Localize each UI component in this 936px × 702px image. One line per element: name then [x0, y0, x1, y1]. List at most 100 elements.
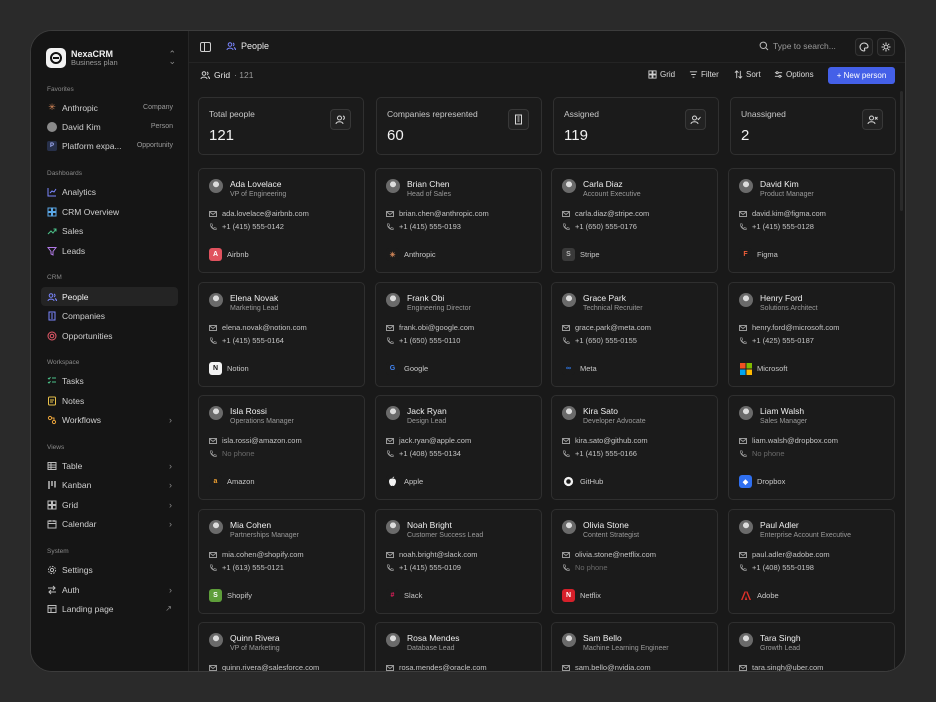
sidebar-item-landing-page[interactable]: Landing page ↗	[41, 599, 178, 618]
person-email[interactable]: paul.adler@adobe.com	[739, 550, 830, 559]
person-email[interactable]: grace.park@meta.com	[562, 323, 651, 332]
person-phone[interactable]: +1 (650) 555-0155	[562, 336, 637, 345]
theme-palette-button[interactable]	[855, 38, 873, 56]
person-phone[interactable]: +1 (425) 555-0187	[739, 336, 814, 345]
person-card[interactable]: Jack Ryan Design Lead jack.ryan@apple.co…	[375, 395, 542, 500]
company-link[interactable]: S Stripe	[562, 248, 600, 261]
new-person-button[interactable]: + New person	[828, 67, 895, 84]
person-phone[interactable]: +1 (415) 555-0142	[209, 222, 284, 231]
person-email[interactable]: brian.chen@anthropic.com	[386, 209, 489, 218]
person-card[interactable]: Paul Adler Enterprise Account Executive …	[728, 509, 895, 614]
person-phone[interactable]: +1 (415) 555-0193	[386, 222, 461, 231]
theme-toggle-button[interactable]	[877, 38, 895, 56]
person-card[interactable]: Henry Ford Solutions Architect henry.for…	[728, 282, 895, 387]
sidebar-item-table[interactable]: Table ›	[41, 456, 178, 475]
sidebar-item-opportunities[interactable]: Opportunities	[41, 326, 178, 345]
person-phone[interactable]: +1 (415) 555-0128	[739, 222, 814, 231]
person-card[interactable]: Elena Novak Marketing Lead elena.novak@n…	[198, 282, 365, 387]
person-email[interactable]: ada.lovelace@airbnb.com	[209, 209, 309, 218]
company-link[interactable]: # Slack	[386, 589, 422, 602]
person-email[interactable]: elena.novak@notion.com	[209, 323, 307, 332]
person-phone[interactable]: +1 (415) 555-0166	[562, 449, 637, 458]
person-phone[interactable]: +1 (415) 555-0164	[209, 336, 284, 345]
favorite-anthropic[interactable]: ✳ Anthropic Company	[41, 98, 178, 117]
person-email[interactable]: david.kim@figma.com	[739, 209, 826, 218]
person-phone[interactable]: +1 (650) 555-0176	[562, 222, 637, 231]
person-card[interactable]: Quinn Rivera VP of Marketing quinn.river…	[198, 622, 365, 671]
person-phone[interactable]: +1 (408) 555-0134	[386, 449, 461, 458]
person-email[interactable]: jack.ryan@apple.com	[386, 436, 471, 445]
company-link[interactable]: N Netflix	[562, 589, 601, 602]
company-link[interactable]: GitHub	[562, 475, 603, 488]
sidebar-item-analytics[interactable]: Analytics	[41, 182, 178, 201]
favorite-david-kim[interactable]: David Kim Person	[41, 117, 178, 136]
person-card[interactable]: Isla Rossi Operations Manager isla.rossi…	[198, 395, 365, 500]
company-link[interactable]: S Shopify	[209, 589, 252, 602]
person-email[interactable]: kira.sato@github.com	[562, 436, 648, 445]
workspace-switcher[interactable]: NexaCRM Business plan ⌃ ⌄	[46, 45, 176, 71]
person-card[interactable]: Frank Obi Engineering Director frank.obi…	[375, 282, 542, 387]
company-link[interactable]: Adobe	[739, 589, 779, 602]
sort-button[interactable]: Sort	[734, 70, 761, 79]
sidebar-toggle-icon[interactable]	[200, 42, 211, 52]
sidebar-item-kanban[interactable]: Kanban ›	[41, 475, 178, 494]
company-link[interactable]: Apple	[386, 475, 423, 488]
company-link[interactable]: F Figma	[739, 248, 778, 261]
sidebar-item-workflows[interactable]: Workflows ›	[41, 410, 178, 429]
person-card[interactable]: Grace Park Technical Recruiter grace.par…	[551, 282, 718, 387]
favorite-platform[interactable]: P Platform expa... Opportunity	[41, 136, 178, 155]
person-email[interactable]: noah.bright@slack.com	[386, 550, 477, 559]
person-email[interactable]: quinn.rivera@salesforce.com	[209, 663, 319, 671]
company-link[interactable]: A Airbnb	[209, 248, 249, 261]
sidebar-item-crm-overview[interactable]: CRM Overview	[41, 202, 178, 221]
person-email[interactable]: isla.rossi@amazon.com	[209, 436, 302, 445]
person-email[interactable]: tara.singh@uber.com	[739, 663, 823, 671]
person-email[interactable]: olivia.stone@netflix.com	[562, 550, 656, 559]
sidebar-item-settings[interactable]: Settings	[41, 560, 178, 579]
company-link[interactable]: ✳ Anthropic	[386, 248, 436, 261]
sidebar-item-leads[interactable]: Leads	[41, 241, 178, 260]
search-input[interactable]: Type to search...	[759, 41, 836, 51]
person-email[interactable]: liam.walsh@dropbox.com	[739, 436, 838, 445]
person-email[interactable]: rosa.mendes@oracle.com	[386, 663, 487, 671]
grid-view-button[interactable]: Grid	[648, 70, 675, 79]
person-email[interactable]: frank.obi@google.com	[386, 323, 474, 332]
person-card[interactable]: Kira Sato Developer Advocate kira.sato@g…	[551, 395, 718, 500]
person-card[interactable]: Mia Cohen Partnerships Manager mia.cohen…	[198, 509, 365, 614]
person-card[interactable]: Sam Bello Machine Learning Engineer sam.…	[551, 622, 718, 671]
sidebar-item-calendar[interactable]: Calendar ›	[41, 514, 178, 533]
person-phone[interactable]: +1 (408) 555-0198	[739, 563, 814, 572]
person-email[interactable]: mia.cohen@shopify.com	[209, 550, 304, 559]
person-card[interactable]: Liam Walsh Sales Manager liam.walsh@drop…	[728, 395, 895, 500]
person-card[interactable]: Carla Diaz Account Executive carla.diaz@…	[551, 168, 718, 273]
person-card[interactable]: Ada Lovelace VP of Engineering ada.lovel…	[198, 168, 365, 273]
sidebar-item-tasks[interactable]: Tasks	[41, 371, 178, 390]
person-phone[interactable]: +1 (650) 555-0110	[386, 336, 460, 345]
scrollbar-thumb[interactable]	[900, 91, 903, 211]
person-email[interactable]: henry.ford@microsoft.com	[739, 323, 840, 332]
sidebar-item-auth[interactable]: Auth ›	[41, 580, 178, 599]
person-card[interactable]: Rosa Mendes Database Lead rosa.mendes@or…	[375, 622, 542, 671]
person-email[interactable]: carla.diaz@stripe.com	[562, 209, 649, 218]
company-link[interactable]: a Amazon	[209, 475, 255, 488]
sidebar-item-sales[interactable]: Sales	[41, 221, 178, 240]
company-link[interactable]: Microsoft	[739, 362, 787, 375]
person-email[interactable]: sam.bello@nvidia.com	[562, 663, 651, 671]
company-link[interactable]: G Google	[386, 362, 428, 375]
person-card[interactable]: Noah Bright Customer Success Lead noah.b…	[375, 509, 542, 614]
person-card[interactable]: Tara Singh Growth Lead tara.singh@uber.c…	[728, 622, 895, 671]
sidebar-item-people[interactable]: People	[41, 287, 178, 306]
sidebar-item-grid[interactable]: Grid ›	[41, 495, 178, 514]
filter-button[interactable]: Filter	[689, 70, 719, 79]
company-link[interactable]: N Notion	[209, 362, 249, 375]
person-phone[interactable]: +1 (415) 555-0109	[386, 563, 461, 572]
person-card[interactable]: Olivia Stone Content Strategist olivia.s…	[551, 509, 718, 614]
options-button[interactable]: Options	[774, 70, 814, 79]
sidebar-item-companies[interactable]: Companies	[41, 306, 178, 325]
company-link[interactable]: ◆ Dropbox	[739, 475, 785, 488]
sidebar-item-notes[interactable]: Notes	[41, 391, 178, 410]
company-link[interactable]: ∞ Meta	[562, 362, 597, 375]
person-phone[interactable]: +1 (613) 555-0121	[209, 563, 284, 572]
person-card[interactable]: Brian Chen Head of Sales brian.chen@anth…	[375, 168, 542, 273]
person-card[interactable]: David Kim Product Manager david.kim@figm…	[728, 168, 895, 273]
